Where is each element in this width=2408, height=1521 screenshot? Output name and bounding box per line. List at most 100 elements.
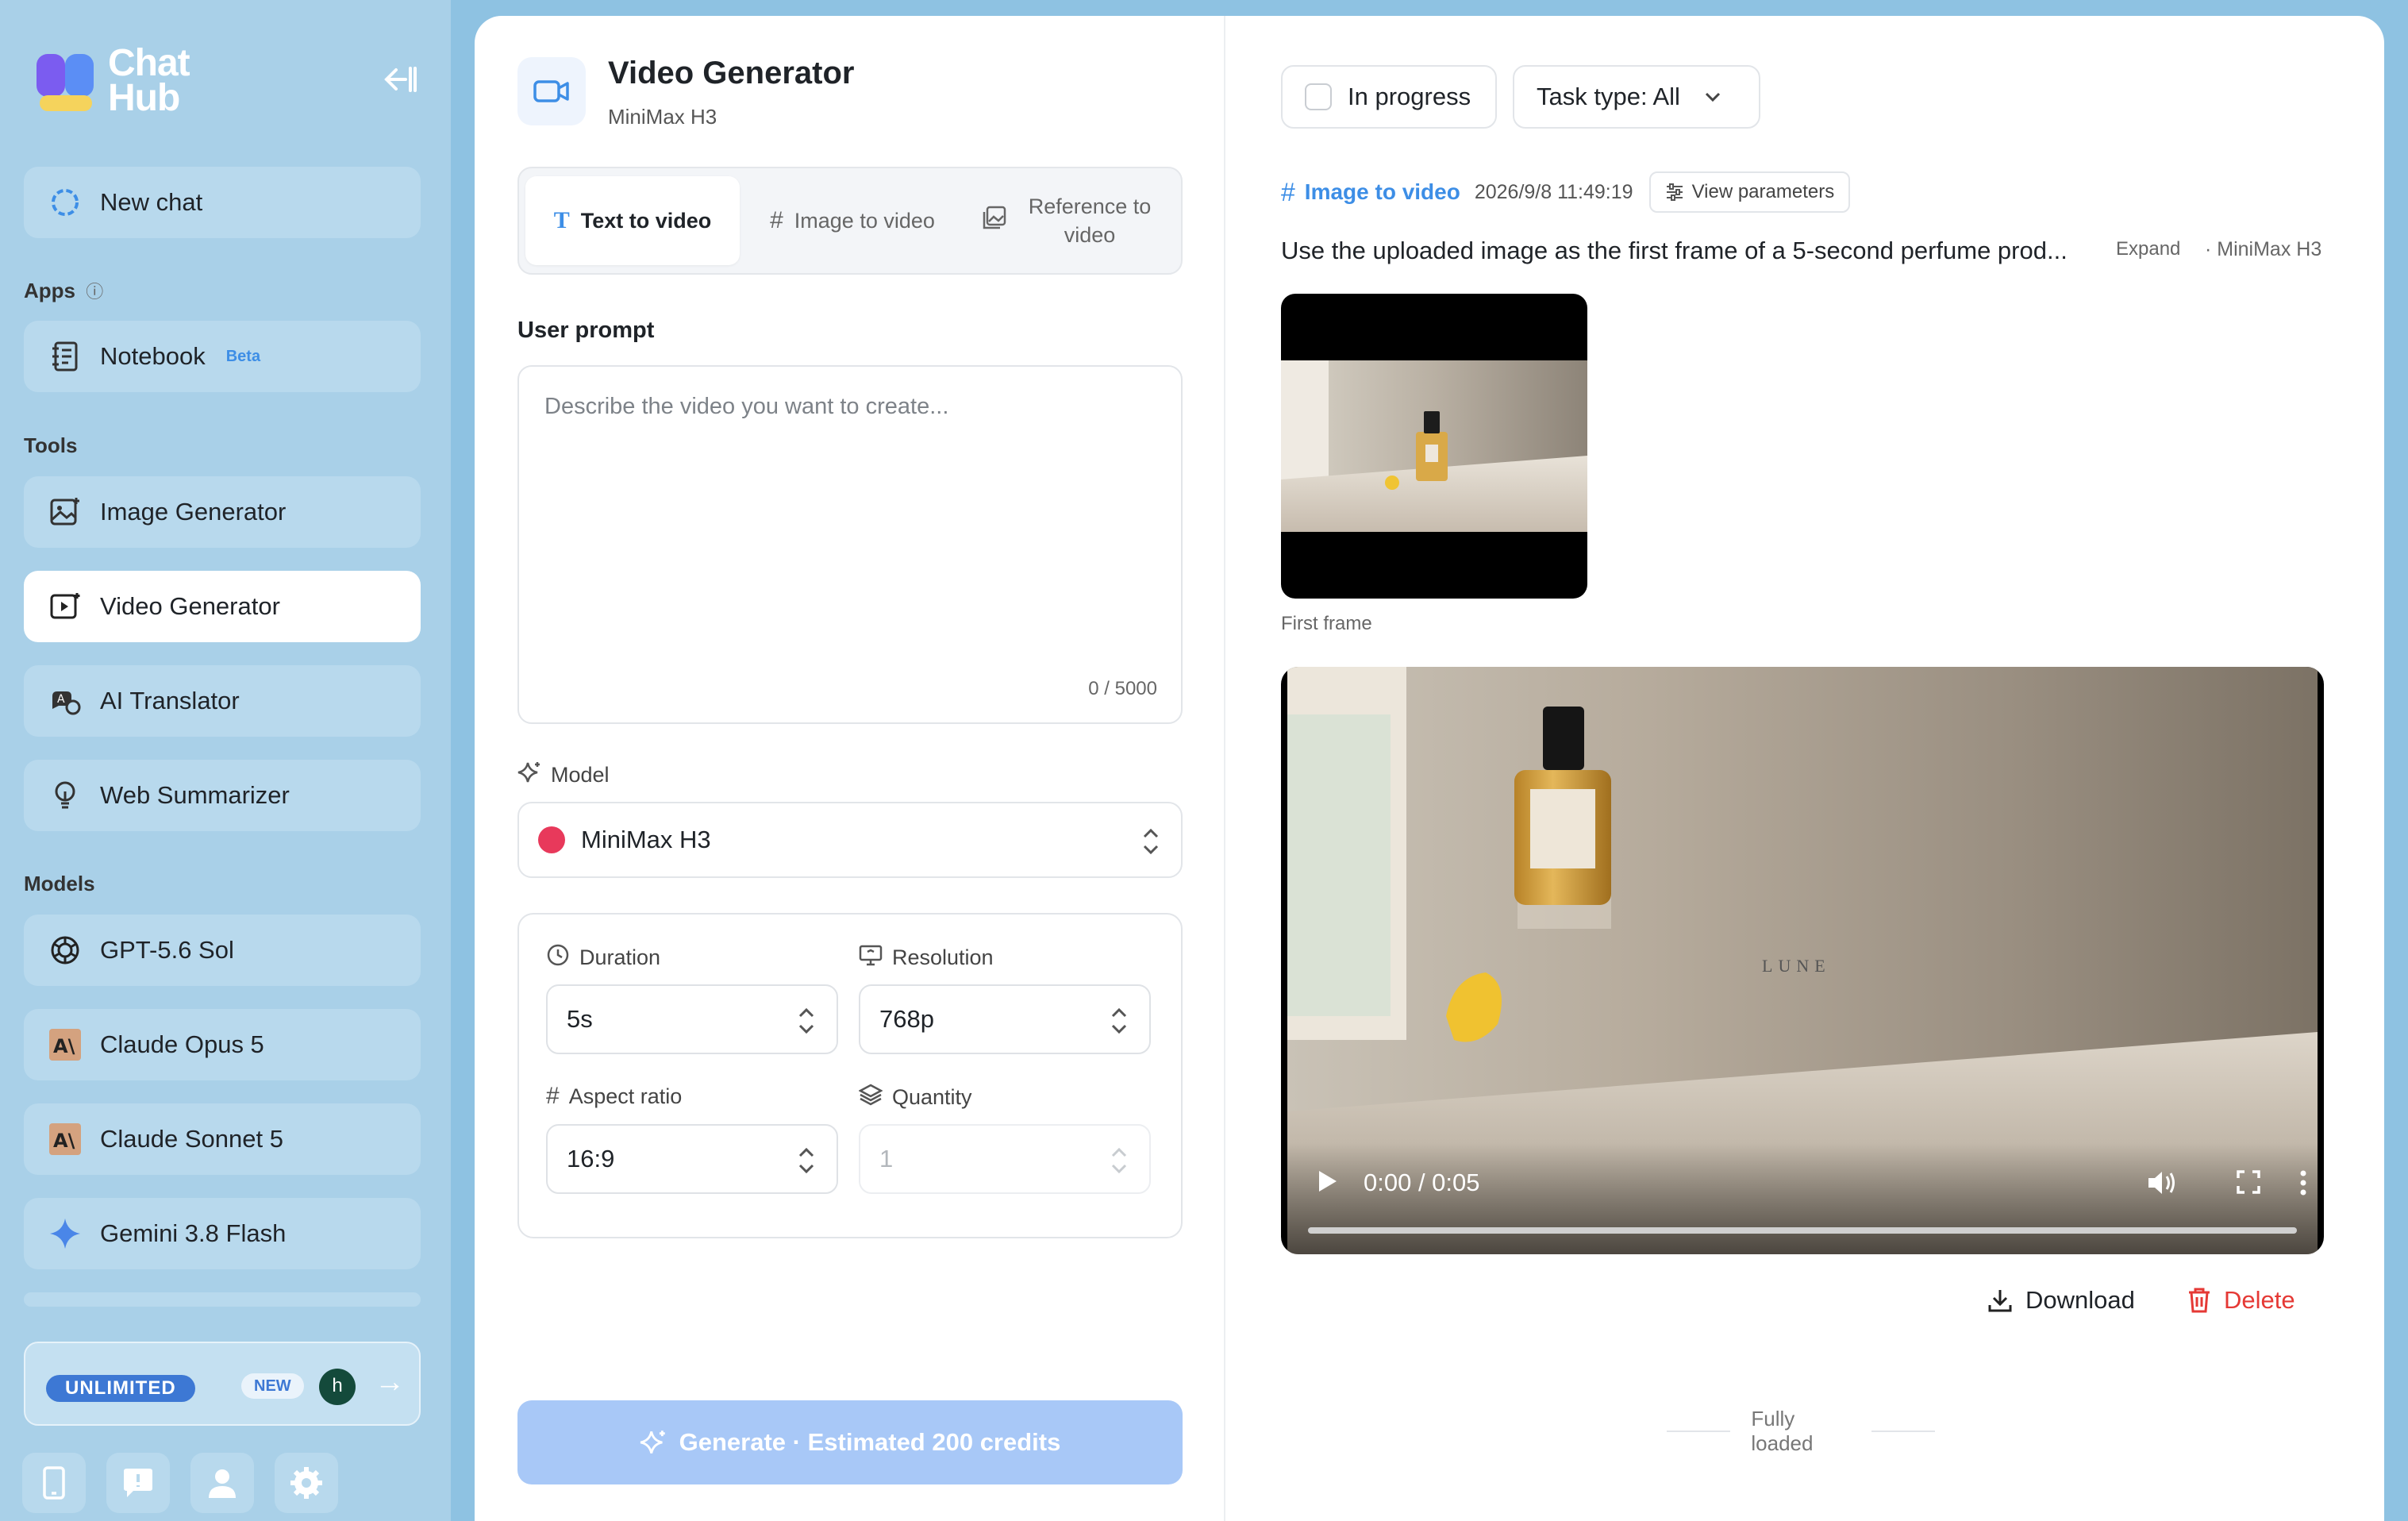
sparkle-icon <box>640 1429 667 1456</box>
fully-loaded-label: Fully loaded <box>1751 1407 1814 1455</box>
first-frame-thumbnail[interactable] <box>1281 294 1587 599</box>
sidebar-item-gemini-label: Gemini 3.8 Flash <box>100 1219 287 1247</box>
duration-select[interactable]: 5s <box>546 984 838 1054</box>
sidebar-item-web-summarizer-label: Web Summarizer <box>100 781 290 809</box>
text-icon: T <box>553 207 570 233</box>
apps-section-label: Apps <box>24 279 75 302</box>
view-parameters-label: View parameters <box>1691 181 1835 202</box>
quantity-select[interactable]: 1 <box>859 1124 1151 1194</box>
trash-icon <box>2187 1287 2211 1314</box>
perfume-thumbnail-image <box>1281 360 1587 532</box>
task-type-filter[interactable]: Task type: All <box>1513 65 1760 129</box>
prompt-input[interactable]: Describe the video you want to create...… <box>517 365 1183 724</box>
duration-label: Duration <box>579 945 661 969</box>
upgrade-promo[interactable]: UNLIMITED NEW h → <box>24 1342 421 1426</box>
fullscreen-icon[interactable] <box>2237 1170 2260 1198</box>
fully-loaded-indicator: Fully loaded <box>1646 1407 1956 1456</box>
in-progress-filter[interactable]: In progress <box>1281 65 1497 129</box>
settings-icon[interactable] <box>275 1453 338 1513</box>
grid-icon: # <box>546 1083 560 1109</box>
video-time: 0:00 / 0:05 <box>1364 1169 1480 1196</box>
sidebar-item-more[interactable] <box>24 1292 421 1307</box>
sidebar-item-video-generator[interactable]: Video Generator <box>24 571 421 642</box>
logo-text-line2: Hub <box>108 77 180 119</box>
clock-icon <box>546 943 570 972</box>
svg-text:A\: A\ <box>53 1130 75 1152</box>
sidebar-item-web-summarizer[interactable]: Web Summarizer <box>24 760 421 831</box>
task-timestamp: 2026/9/8 11:49:19 <box>1474 180 1633 203</box>
new-chat-label: New chat <box>100 188 203 216</box>
tab-reference-to-video[interactable]: Reference to video <box>967 176 1176 265</box>
aspect-ratio-select[interactable]: 16:9 <box>546 1124 838 1194</box>
sidebar-item-notebook[interactable]: Notebook Beta <box>24 321 421 392</box>
avatar[interactable]: h <box>319 1369 356 1405</box>
video-player[interactable]: LUNE 0:00 / 0:05 <box>1281 667 2324 1254</box>
plan-badge: UNLIMITED <box>46 1375 195 1402</box>
download-label: Download <box>2025 1286 2135 1314</box>
sidebar-item-gpt-label: GPT-5.6 Sol <box>100 936 234 964</box>
beta-badge: Beta <box>225 347 261 365</box>
app-logo[interactable]: Chat Hub <box>35 44 190 119</box>
arrow-right-icon[interactable]: → <box>375 1365 405 1400</box>
anthropic-icon: A\ <box>48 1027 83 1062</box>
reference-image-icon <box>982 205 1007 237</box>
duration-value: 5s <box>567 1005 593 1033</box>
bottle-label-text: LUNE <box>1762 956 1831 976</box>
prompt-placeholder: Describe the video you want to create... <box>544 394 949 419</box>
volume-icon[interactable] <box>2146 1169 2178 1201</box>
tools-section-label: Tools <box>24 433 78 457</box>
chevron-up-down-icon <box>798 1147 814 1174</box>
generate-button[interactable]: Generate · Estimated 200 credits <box>517 1400 1183 1484</box>
new-chat-icon <box>48 185 83 220</box>
sidebar-item-gemini[interactable]: Gemini 3.8 Flash <box>24 1198 421 1269</box>
task-type-label: Image to video <box>1304 179 1460 204</box>
quantity-value: 1 <box>879 1145 894 1173</box>
translator-icon: A <box>48 683 83 718</box>
chevron-up-down-icon <box>1111 1147 1127 1174</box>
tab-image-to-video[interactable]: # Image to video <box>749 176 956 265</box>
notebook-icon <box>48 339 83 374</box>
sidebar-item-claude-sonnet[interactable]: A\ Claude Sonnet 5 <box>24 1103 421 1175</box>
sidebar-item-gpt[interactable]: GPT-5.6 Sol <box>24 915 421 986</box>
new-chat-button[interactable]: New chat <box>24 167 421 238</box>
feedback-icon[interactable] <box>106 1453 170 1513</box>
sidebar: Chat Hub New chat Apps ⓘ Notebook Beta T… <box>0 0 451 1521</box>
openai-icon <box>48 933 83 968</box>
delete-button[interactable]: Delete <box>2187 1286 2295 1315</box>
logo-mark-icon <box>35 46 98 116</box>
aspect-ratio-label: Aspect ratio <box>568 1084 683 1108</box>
sparkle-icon <box>517 760 541 790</box>
in-progress-checkbox[interactable] <box>1305 83 1332 110</box>
chevron-down-icon <box>1704 91 1721 102</box>
download-button[interactable]: Download <box>1987 1286 2135 1315</box>
expand-link[interactable]: Expand <box>2116 238 2180 260</box>
task-meta: # Image to video 2026/9/8 11:49:19 View … <box>1281 171 1851 213</box>
sliders-icon <box>1665 183 1684 201</box>
layers-icon <box>858 1083 883 1112</box>
user-icon[interactable] <box>190 1453 254 1513</box>
play-icon[interactable] <box>1313 1167 1341 1199</box>
phone-icon[interactable] <box>22 1453 86 1513</box>
in-progress-label: In progress <box>1348 83 1471 110</box>
help-icon[interactable]: ⓘ <box>86 282 103 302</box>
more-options-icon[interactable] <box>2298 1169 2308 1201</box>
tab-text-to-video[interactable]: T Text to video <box>525 176 740 265</box>
task-type-filter-label: Task type: All <box>1537 83 1680 110</box>
resolution-select[interactable]: 768p <box>859 984 1151 1054</box>
collapse-sidebar-icon[interactable] <box>379 64 419 103</box>
video-progress-bar[interactable] <box>1308 1227 2297 1234</box>
prompt-char-count: 0 / 5000 <box>1088 678 1157 699</box>
model-select[interactable]: MiniMax H3 <box>517 802 1183 878</box>
tab-image-to-video-label: Image to video <box>794 208 935 233</box>
download-icon <box>1987 1288 2013 1313</box>
sidebar-item-ai-translator[interactable]: A AI Translator <box>24 665 421 737</box>
chevron-up-down-icon <box>1143 828 1159 855</box>
monitor-icon <box>859 943 883 972</box>
sidebar-item-claude-opus[interactable]: A\ Claude Opus 5 <box>24 1009 421 1080</box>
page-title: Video Generator <box>608 56 855 90</box>
sidebar-item-video-generator-label: Video Generator <box>100 592 280 620</box>
view-parameters-button[interactable]: View parameters <box>1648 171 1851 213</box>
grid-icon: # <box>1281 177 1295 206</box>
sidebar-item-image-generator[interactable]: Image Generator <box>24 476 421 548</box>
chevron-up-down-icon <box>798 1007 814 1034</box>
